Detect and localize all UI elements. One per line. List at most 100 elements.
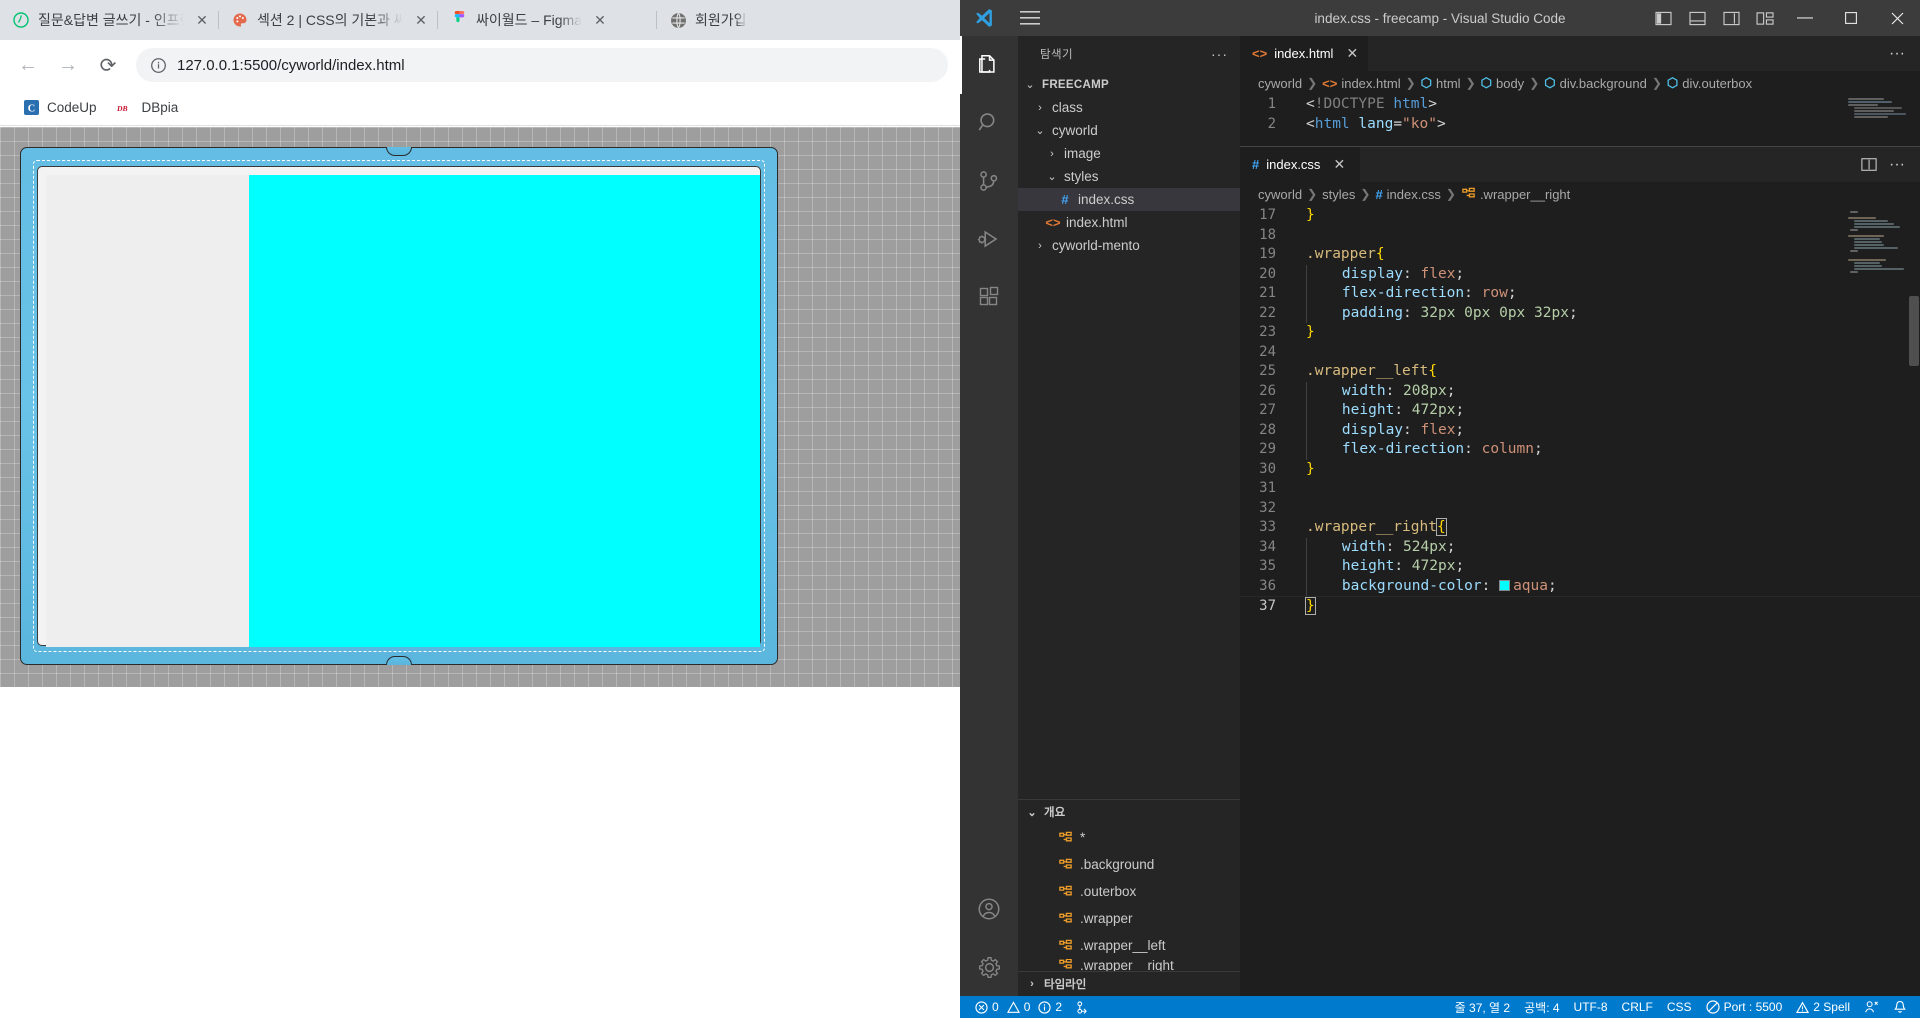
minimap-html[interactable] <box>1844 97 1906 146</box>
customize-layout-icon[interactable] <box>1748 0 1782 36</box>
chevron-right-icon[interactable]: › <box>1032 102 1048 114</box>
status-spell-check[interactable]: 2 Spell <box>1789 996 1857 1018</box>
close-icon[interactable]: ✕ <box>411 10 431 30</box>
tree-root-freecamp[interactable]: ⌄ FREECAMP <box>1018 73 1240 96</box>
chevron-down-icon[interactable]: ⌄ <box>1044 170 1060 183</box>
editor-scrollbar-css[interactable] <box>1906 206 1920 996</box>
tree-item-index-html[interactable]: <> index.html <box>1018 211 1240 234</box>
activity-accounts[interactable] <box>960 880 1018 938</box>
close-button[interactable] <box>1874 0 1920 36</box>
breadcrumb-item[interactable]: ⬡ div.outerbox <box>1667 75 1752 91</box>
outline-item[interactable]: .wrapper <box>1018 905 1240 932</box>
status-cursor-position[interactable]: 줄 37, 열 2 <box>1448 996 1517 1018</box>
outline-header[interactable]: ⌄ 개요 <box>1018 800 1240 824</box>
bookmark-dbpia[interactable]: DB DBpia <box>109 95 187 121</box>
status-feedback[interactable] <box>1857 996 1886 1018</box>
chevron-down-icon[interactable]: ⌄ <box>1024 806 1040 819</box>
tree-item-index-css[interactable]: # index.css <box>1018 188 1240 211</box>
close-icon[interactable]: ✕ <box>192 10 212 30</box>
maximize-button[interactable] <box>1828 0 1874 36</box>
forward-button[interactable]: → <box>48 45 88 85</box>
status-problems[interactable]: 0 0 2 <box>968 996 1069 1018</box>
outerbox-notch-top <box>386 147 412 156</box>
line-number: 36 <box>1259 577 1276 594</box>
timeline-title: 타임라인 <box>1044 979 1087 991</box>
split-editor-icon[interactable] <box>1856 147 1882 182</box>
status-language-mode[interactable]: CSS <box>1660 996 1699 1018</box>
tree-item-styles[interactable]: ⌄ styles <box>1018 165 1240 188</box>
breadcrumb-item[interactable]: ⬡ body <box>1481 75 1525 91</box>
color-swatch[interactable] <box>1499 579 1511 591</box>
editor-scrollbar-html[interactable] <box>1906 95 1920 146</box>
chevron-right-icon[interactable]: › <box>1024 978 1040 990</box>
breadcrumb-item[interactable]: cyworld <box>1258 76 1302 91</box>
activity-source-control[interactable] <box>960 152 1018 210</box>
bookmark-codeup[interactable]: C CodeUp <box>14 95 105 121</box>
codeup-icon: C <box>22 99 40 117</box>
close-icon[interactable]: ✕ <box>1346 45 1358 62</box>
activity-extensions[interactable] <box>960 268 1018 326</box>
toggle-secondary-sidebar-icon[interactable] <box>1714 0 1748 36</box>
tree-item-image[interactable]: › image <box>1018 142 1240 165</box>
outline-item[interactable]: .outerbox <box>1018 878 1240 905</box>
status-remote[interactable] <box>1069 996 1098 1018</box>
browser-tab-2[interactable]: 섹션 2 | CSS의 기본과 싸 ✕ <box>219 0 437 40</box>
tree-item-class[interactable]: › class <box>1018 96 1240 119</box>
line-content: } <box>1306 207 1315 223</box>
more-actions-icon[interactable]: ··· <box>1884 147 1910 182</box>
editor-tab-index-html[interactable]: <> index.html ✕ <box>1240 36 1369 71</box>
minimap-css[interactable] <box>1844 210 1906 996</box>
chevron-down-icon[interactable]: ⌄ <box>1022 78 1038 91</box>
cube-symbol-icon: ⬡ <box>1420 75 1432 90</box>
reload-button[interactable]: ⟳ <box>88 45 128 85</box>
breadcrumb-item[interactable]: # index.css <box>1375 187 1440 202</box>
activity-settings[interactable] <box>960 938 1018 996</box>
minimize-button[interactable]: — <box>1782 0 1828 36</box>
breadcrumb-item[interactable]: styles <box>1322 187 1355 202</box>
code-editor-css[interactable]: 17} 18 19 .wrapper{ 20 display: flex; 21 … <box>1240 206 1920 996</box>
activity-run-debug[interactable] <box>960 210 1018 268</box>
line-number: 18 <box>1259 226 1276 243</box>
editor-tab-index-css[interactable]: # index.css ✕ <box>1240 147 1360 182</box>
hamburger-icon[interactable] <box>1008 10 1052 26</box>
breadcrumb-item[interactable]: .wrapper__right <box>1461 187 1570 202</box>
outline-item-clipped[interactable]: .wrapper__right <box>1018 959 1240 971</box>
toggle-panel-icon[interactable] <box>1680 0 1714 36</box>
back-button[interactable]: ← <box>8 45 48 85</box>
status-live-server[interactable]: Port : 5500 <box>1699 996 1790 1018</box>
activity-search[interactable] <box>960 94 1018 152</box>
address-bar[interactable]: 127.0.0.1:5500/cyworld/index.html <box>136 48 948 82</box>
tree-item-cyworld-mento[interactable]: › cyworld-mento <box>1018 234 1240 257</box>
code-editor-html[interactable]: 1 <!DOCTYPE html> 2 <html lang="ko"> <box>1240 95 1920 146</box>
breadcrumb-item[interactable]: <> index.html <box>1322 76 1400 91</box>
status-encoding[interactable]: UTF-8 <box>1567 996 1615 1018</box>
outline-item[interactable]: .wrapper__left <box>1018 932 1240 959</box>
toggle-primary-sidebar-icon[interactable] <box>1646 0 1680 36</box>
outline-item[interactable]: .background <box>1018 851 1240 878</box>
browser-tab-title: 질문&답변 글쓰기 - 인프런 <box>38 12 184 28</box>
explorer-more-icon[interactable]: ··· <box>1211 46 1228 62</box>
breadcrumb-item[interactable]: ⬡ html <box>1421 75 1461 91</box>
tree-item-cyworld[interactable]: ⌄ cyworld <box>1018 119 1240 142</box>
chevron-down-icon[interactable]: ⌄ <box>1032 124 1048 137</box>
status-eol[interactable]: CRLF <box>1615 996 1660 1018</box>
browser-tab-3[interactable]: 싸이월드 – Figma ✕ <box>438 0 656 40</box>
browser-tab-4[interactable]: 회원가입 <box>657 0 827 40</box>
breadcrumb-item[interactable]: ⬡ div.background <box>1544 75 1647 91</box>
outline-item[interactable]: * <box>1018 824 1240 851</box>
breadcrumb-item[interactable]: cyworld <box>1258 187 1302 202</box>
chevron-right-icon[interactable]: › <box>1032 240 1048 252</box>
status-indentation[interactable]: 공백: 4 <box>1517 996 1566 1018</box>
error-count: 0 <box>992 1000 999 1014</box>
status-notifications[interactable] <box>1886 996 1914 1018</box>
line-content: } <box>1306 460 1315 477</box>
close-icon[interactable]: ✕ <box>590 10 610 30</box>
activity-explorer[interactable] <box>960 36 1018 94</box>
info-circle-icon[interactable] <box>150 57 167 74</box>
chevron-right-icon[interactable]: › <box>1044 148 1060 160</box>
browser-tab-1[interactable]: 질문&답변 글쓰기 - 인프런 ✕ <box>0 0 218 40</box>
close-icon[interactable]: ✕ <box>1333 156 1345 173</box>
timeline-header[interactable]: › 타임라인 <box>1018 972 1240 996</box>
more-actions-icon[interactable]: ··· <box>1884 36 1910 71</box>
line-content: display: flex; <box>1292 264 1464 284</box>
